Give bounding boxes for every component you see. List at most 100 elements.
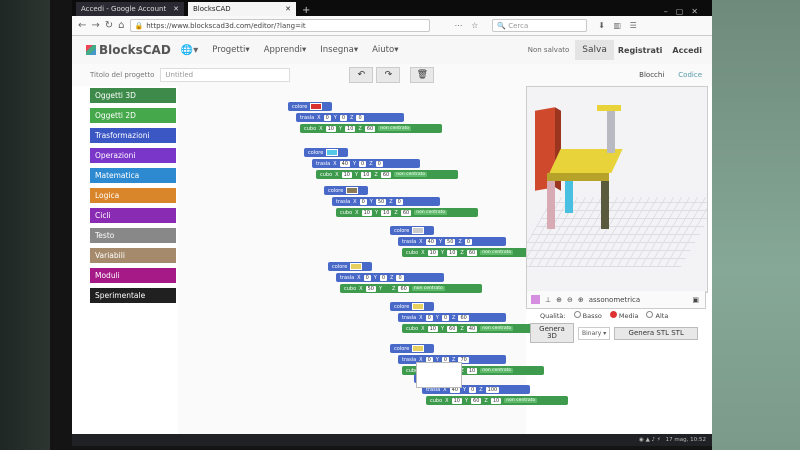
menu-progetti[interactable]: Progetti▾: [212, 45, 249, 55]
category-operazioni[interactable]: Operazioni: [90, 148, 176, 163]
cube-z-input[interactable]: 60: [364, 125, 376, 132]
projection-select[interactable]: assonometrica: [589, 296, 640, 304]
translate-y-input[interactable]: 0: [441, 314, 450, 321]
register-button[interactable]: Registrati: [618, 46, 663, 55]
zoom-in-icon[interactable]: ⊕: [556, 296, 562, 304]
zoom-out-icon[interactable]: ⊖: [567, 296, 573, 304]
translate-y-input[interactable]: 50: [445, 238, 456, 245]
cube-y-input[interactable]: 10: [361, 171, 372, 178]
cube-z-input[interactable]: 60: [466, 249, 478, 256]
color-swatch[interactable]: [412, 227, 425, 234]
color-block[interactable]: colore: [390, 302, 434, 311]
zoom-fit-icon[interactable]: ⊕: [578, 296, 584, 304]
color-block[interactable]: colore: [324, 186, 368, 195]
category-variabili[interactable]: Variabili: [90, 248, 176, 263]
translate-z-input[interactable]: 0: [356, 114, 364, 121]
cube-x-input[interactable]: 10: [427, 249, 438, 256]
category-sperimentale[interactable]: Sperimentale: [90, 288, 176, 303]
cube-z-input[interactable]: 60: [398, 285, 409, 292]
color-swatch[interactable]: [412, 303, 425, 310]
cube-x-input[interactable]: 10: [361, 209, 372, 216]
save-button[interactable]: Salva: [575, 40, 614, 60]
cube-block[interactable]: cubo X 10 Y 10 Z 60 non centrato: [316, 170, 458, 179]
translate-y-input[interactable]: 0: [379, 274, 388, 281]
cube-z-input[interactable]: 10: [466, 367, 478, 374]
translate-block[interactable]: trasla X 0 Y 0 Z 60: [398, 313, 506, 322]
new-tab-icon[interactable]: +: [302, 5, 310, 16]
3d-viewer[interactable]: [526, 86, 708, 293]
translate-z-input[interactable]: 0: [396, 274, 404, 281]
cube-block[interactable]: cubo X 10 Y 10 Z 60 non centrato: [300, 124, 442, 133]
quality-low[interactable]: Basso: [573, 311, 602, 320]
translate-z-input[interactable]: 0: [375, 160, 383, 167]
url-bar[interactable]: 🔒 https://www.blockscad3d.com/editor/?la…: [129, 19, 430, 32]
category-oggetti-3d[interactable]: Oggetti 3D: [90, 88, 176, 103]
menu-insegna[interactable]: Insegna▾: [320, 45, 358, 55]
translate-z-input[interactable]: 0: [395, 198, 403, 205]
cube-block[interactable]: cubo X 10 Y 60 Z 40 non centrato: [402, 324, 544, 333]
color-block[interactable]: colore: [304, 148, 348, 157]
color-swatch[interactable]: [346, 187, 359, 194]
color-block[interactable]: colore: [328, 262, 372, 271]
translate-block[interactable]: trasla X 40 Y 0 Z 0: [312, 159, 420, 168]
translate-block[interactable]: trasla X 40 Y 50 Z 0: [398, 237, 506, 246]
color-swatch[interactable]: [531, 295, 540, 304]
home-icon[interactable]: ⌂: [118, 20, 124, 31]
cube-block[interactable]: cubo X 10 Y 10 Z 60 non centrato: [402, 248, 544, 257]
color-block[interactable]: colore: [390, 344, 434, 353]
cube-y-input[interactable]: 10: [345, 125, 356, 132]
axes-icon[interactable]: ⊥: [545, 296, 551, 304]
translate-block[interactable]: trasla X 0 Y 0 Z 0: [336, 273, 444, 282]
tab-google-account[interactable]: Accedi - Google Account ✕: [76, 2, 184, 16]
cube-z-input[interactable]: 40: [466, 325, 478, 332]
tray-icons[interactable]: ◉ ▲ ♪ ⚡: [639, 437, 661, 443]
close-icon[interactable]: ✕: [285, 5, 291, 13]
cube-y-input[interactable]: 60: [471, 397, 482, 404]
category-matematica[interactable]: Matematica: [90, 168, 176, 183]
color-block[interactable]: colore: [390, 226, 434, 235]
close-icon[interactable]: ✕: [173, 5, 179, 13]
translate-z-input[interactable]: 0: [464, 238, 473, 245]
cube-y-input[interactable]: 60: [447, 325, 458, 332]
translate-y-input[interactable]: 50: [375, 198, 387, 205]
translate-x-input[interactable]: 0: [359, 198, 367, 205]
cube-z-input[interactable]: 60: [380, 171, 392, 178]
login-button[interactable]: Accedi: [672, 46, 702, 55]
tab-blockscad[interactable]: BlocksCAD ✕: [188, 2, 296, 16]
color-swatch[interactable]: [412, 345, 425, 352]
project-title-input[interactable]: Untitled: [160, 68, 291, 82]
quality-medium[interactable]: Media: [609, 311, 638, 320]
toolbar-icons[interactable]: ⋯ ☆: [455, 21, 482, 30]
color-swatch[interactable]: [310, 103, 323, 110]
translate-y-input[interactable]: 0: [469, 386, 477, 393]
cube-block[interactable]: cubo X 50 Y Z 60 non centrato: [340, 284, 482, 293]
category-logica[interactable]: Logica: [90, 188, 176, 203]
reload-icon[interactable]: ↻: [105, 20, 113, 31]
undo-button[interactable]: ↶: [349, 67, 374, 83]
cube-x-input[interactable]: 10: [325, 125, 336, 132]
color-swatch[interactable]: [326, 149, 339, 156]
cube-x-input[interactable]: 10: [341, 171, 352, 178]
cube-y-input[interactable]: 10: [447, 249, 458, 256]
translate-z-input[interactable]: 100: [485, 386, 500, 393]
color-swatch[interactable]: [350, 263, 363, 270]
cube-z-input[interactable]: 60: [400, 209, 412, 216]
translate-x-input[interactable]: 40: [339, 160, 350, 167]
cube-x-input[interactable]: 10: [427, 325, 438, 332]
translate-block[interactable]: trasla X 0 Y 0 Z 0: [296, 113, 404, 122]
extension-icons[interactable]: ⬇ ▥ ☰: [598, 21, 640, 30]
render-button[interactable]: Genera 3D: [530, 323, 574, 343]
translate-x-input[interactable]: 0: [363, 274, 371, 281]
translate-x-input[interactable]: 0: [425, 314, 433, 321]
tab-blocks[interactable]: Blocchi: [639, 71, 664, 79]
category-cicli[interactable]: Cicli: [90, 208, 176, 223]
translate-y-input[interactable]: 0: [339, 114, 348, 121]
cube-x-input[interactable]: 50: [365, 285, 376, 292]
category-moduli[interactable]: Moduli: [90, 268, 176, 283]
category-trasformazioni[interactable]: Trasformazioni: [90, 128, 176, 143]
trash-button[interactable]: 🗑: [410, 67, 435, 83]
cube-block[interactable]: cubo X 10 Y 10 Z 60 non centrato: [336, 208, 478, 217]
generate-stl-button[interactable]: Genera STL STL: [614, 326, 699, 340]
window-controls[interactable]: –▢✕: [664, 7, 712, 16]
cube-z-input[interactable]: 10: [490, 397, 502, 404]
